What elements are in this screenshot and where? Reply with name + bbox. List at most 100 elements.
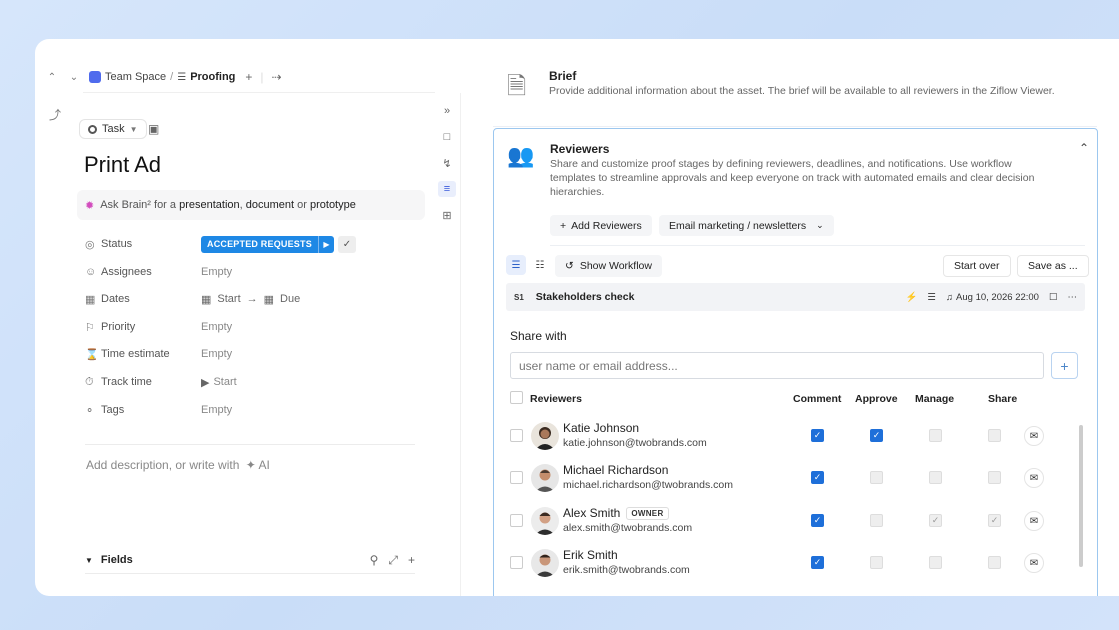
mail-icon[interactable]: ✉ (1024, 511, 1044, 531)
dates-due[interactable]: Due (280, 293, 300, 305)
mail-icon[interactable]: ✉ (1024, 426, 1044, 446)
comment-checkbox[interactable]: ✓ (811, 556, 824, 569)
tree-view-icon[interactable]: ☷ (530, 255, 550, 275)
reviewer-email: katie.johnson@twobrands.com (563, 437, 707, 449)
mail-icon[interactable]: ✉ (1024, 468, 1044, 488)
collapse-panel-icon[interactable]: » (438, 103, 456, 119)
chevron-up-icon[interactable]: ⌃ (45, 72, 59, 83)
more-icon[interactable]: ⋯ (1068, 292, 1078, 303)
ask-presentation[interactable]: presentation (179, 199, 240, 211)
ask-brain-bar[interactable]: ✹ Ask Brain² for a presentation, documen… (77, 190, 425, 220)
select-all-checkbox[interactable] (510, 391, 523, 404)
row-checkbox[interactable] (510, 429, 523, 442)
status-arrow-icon[interactable]: ▶ (317, 235, 334, 253)
reviewer-name-wrap: Alex Smith OWNER (563, 506, 669, 520)
add-share-button[interactable]: + (1051, 352, 1078, 379)
top-divider (83, 92, 435, 93)
tags-value[interactable]: Empty (201, 404, 232, 416)
fields-section: ▼ Fields ⚲ ⤢ + (85, 551, 415, 569)
row-checkbox[interactable] (510, 556, 523, 569)
reviewer-row: Michael Richardson michael.richardson@tw… (510, 460, 1070, 496)
caret-down-icon[interactable]: ▼ (85, 556, 93, 565)
reviewer-row: Erik Smith erik.smith@twobrands.com ✓ ✉ (510, 545, 1070, 581)
chevron-down-icon[interactable]: ⌄ (67, 72, 81, 83)
complete-check-icon[interactable]: ✓ (337, 235, 356, 253)
manage-checkbox (929, 471, 942, 484)
ask-document[interactable]: document (246, 199, 294, 211)
apps-icon[interactable]: ⊞ (438, 207, 456, 223)
description-divider (85, 444, 415, 445)
breadcrumb-space[interactable]: Team Space (105, 71, 166, 83)
show-workflow-button[interactable]: ↺ Show Workflow (555, 255, 662, 277)
brief-section[interactable]: 🗎 Brief Provide additional information a… (493, 61, 1097, 127)
comment-checkbox[interactable]: ✓ (811, 514, 824, 527)
stage-name[interactable]: Stakeholders check (536, 291, 635, 303)
activity-icon[interactable]: ↯ (438, 155, 456, 171)
dates-start[interactable]: Start (217, 293, 240, 305)
plus-icon[interactable]: + (408, 553, 415, 568)
ask-comma: , (239, 199, 243, 211)
status-value[interactable]: ACCEPTED REQUESTS (201, 235, 318, 253)
fields-label[interactable]: Fields (101, 554, 133, 566)
expand-icon[interactable]: ⤢ (388, 553, 398, 568)
assignees-value[interactable]: Empty (201, 266, 232, 278)
route-icon[interactable]: ⤴ (49, 106, 61, 123)
time-estimate-value[interactable]: Empty (201, 348, 232, 360)
search-icon[interactable]: ⚲ (370, 553, 379, 568)
dates-value[interactable]: ▦ Start → ▦ Due (201, 293, 300, 306)
scan-icon[interactable]: ▣ (148, 122, 159, 136)
comment-checkbox[interactable]: ✓ (811, 429, 824, 442)
lock-icon[interactable]: ☐ (1049, 292, 1058, 303)
status-dropdown[interactable]: ACCEPTED REQUESTS ▶ ✓ (201, 235, 356, 253)
arrow-right-icon: → (246, 293, 258, 305)
checklist-icon: ☰ (177, 71, 187, 83)
scrollbar[interactable] (1079, 425, 1083, 567)
move-icon[interactable]: ⇢ (272, 70, 282, 84)
plus-icon[interactable]: + (245, 70, 252, 84)
track-time-start[interactable]: Start (213, 376, 236, 388)
property-status: ◎ Status ACCEPTED REQUESTS ▶ ✓ (85, 235, 356, 253)
stage-row[interactable]: S1 Stakeholders check ⚡ ☰ ♫ Aug 10, 2026… (506, 283, 1085, 311)
reviewer-row: Katie Johnson katie.johnson@twobrands.co… (510, 418, 1070, 454)
lightning-icon[interactable]: ⚡ (906, 292, 918, 303)
avatar (531, 507, 559, 535)
approve-checkbox (870, 556, 883, 569)
breadcrumb-separator: / (170, 71, 174, 83)
priority-value[interactable]: Empty (201, 321, 232, 333)
row-checkbox[interactable] (510, 471, 523, 484)
reviewers-divider (550, 245, 1085, 246)
task-type-button[interactable]: Task ▼ (79, 119, 147, 139)
comment-icon[interactable]: □ (438, 129, 456, 145)
start-over-button[interactable]: Start over (943, 255, 1011, 277)
ziflow-icon[interactable]: ≡ (438, 181, 456, 197)
description-input[interactable]: Add description, or write with ✦ AI (86, 458, 270, 472)
mail-icon[interactable]: ✉ (1024, 553, 1044, 573)
row-checkbox[interactable] (510, 514, 523, 527)
col-share: Share (988, 393, 1018, 405)
manage-checkbox (929, 556, 942, 569)
comment-checkbox[interactable]: ✓ (811, 471, 824, 484)
task-panel: ⌃ ⌄ Team Space / ☰ Proofing + | ⇢ ⤴ Task… (35, 39, 435, 596)
approve-checkbox[interactable]: ✓ (870, 429, 883, 442)
tags-label: Tags (101, 404, 125, 416)
add-reviewers-button[interactable]: + Add Reviewers (550, 215, 652, 236)
chevron-down-icon: ⌄ (816, 220, 824, 230)
breadcrumb-list[interactable]: Proofing (190, 71, 235, 83)
track-time-label: Track time (101, 376, 152, 388)
share-input[interactable]: user name or email address... (510, 352, 1044, 379)
ask-prototype[interactable]: prototype (310, 199, 356, 211)
chevron-up-icon[interactable]: ⌃ (1079, 141, 1089, 155)
stage-deadline: Aug 10, 2026 22:00 (956, 291, 1039, 303)
deadline[interactable]: ♫ Aug 10, 2026 22:00 (946, 292, 1039, 303)
list-view-icon[interactable]: ☰ (506, 255, 526, 275)
task-title[interactable]: Print Ad (84, 152, 161, 178)
checklist-icon[interactable]: ☰ (927, 292, 936, 303)
status-icon: ◎ (85, 238, 95, 251)
users-icon: 👥 (507, 143, 535, 168)
user-icon: ☺ (85, 266, 97, 278)
save-as-button[interactable]: Save as ... (1017, 255, 1089, 277)
ai-label[interactable]: AI (258, 458, 269, 472)
status-label: Status (101, 238, 133, 250)
workflow-template-select[interactable]: Email marketing / newsletters ⌄ (659, 215, 834, 236)
track-time-value[interactable]: ▶ Start (201, 376, 237, 389)
